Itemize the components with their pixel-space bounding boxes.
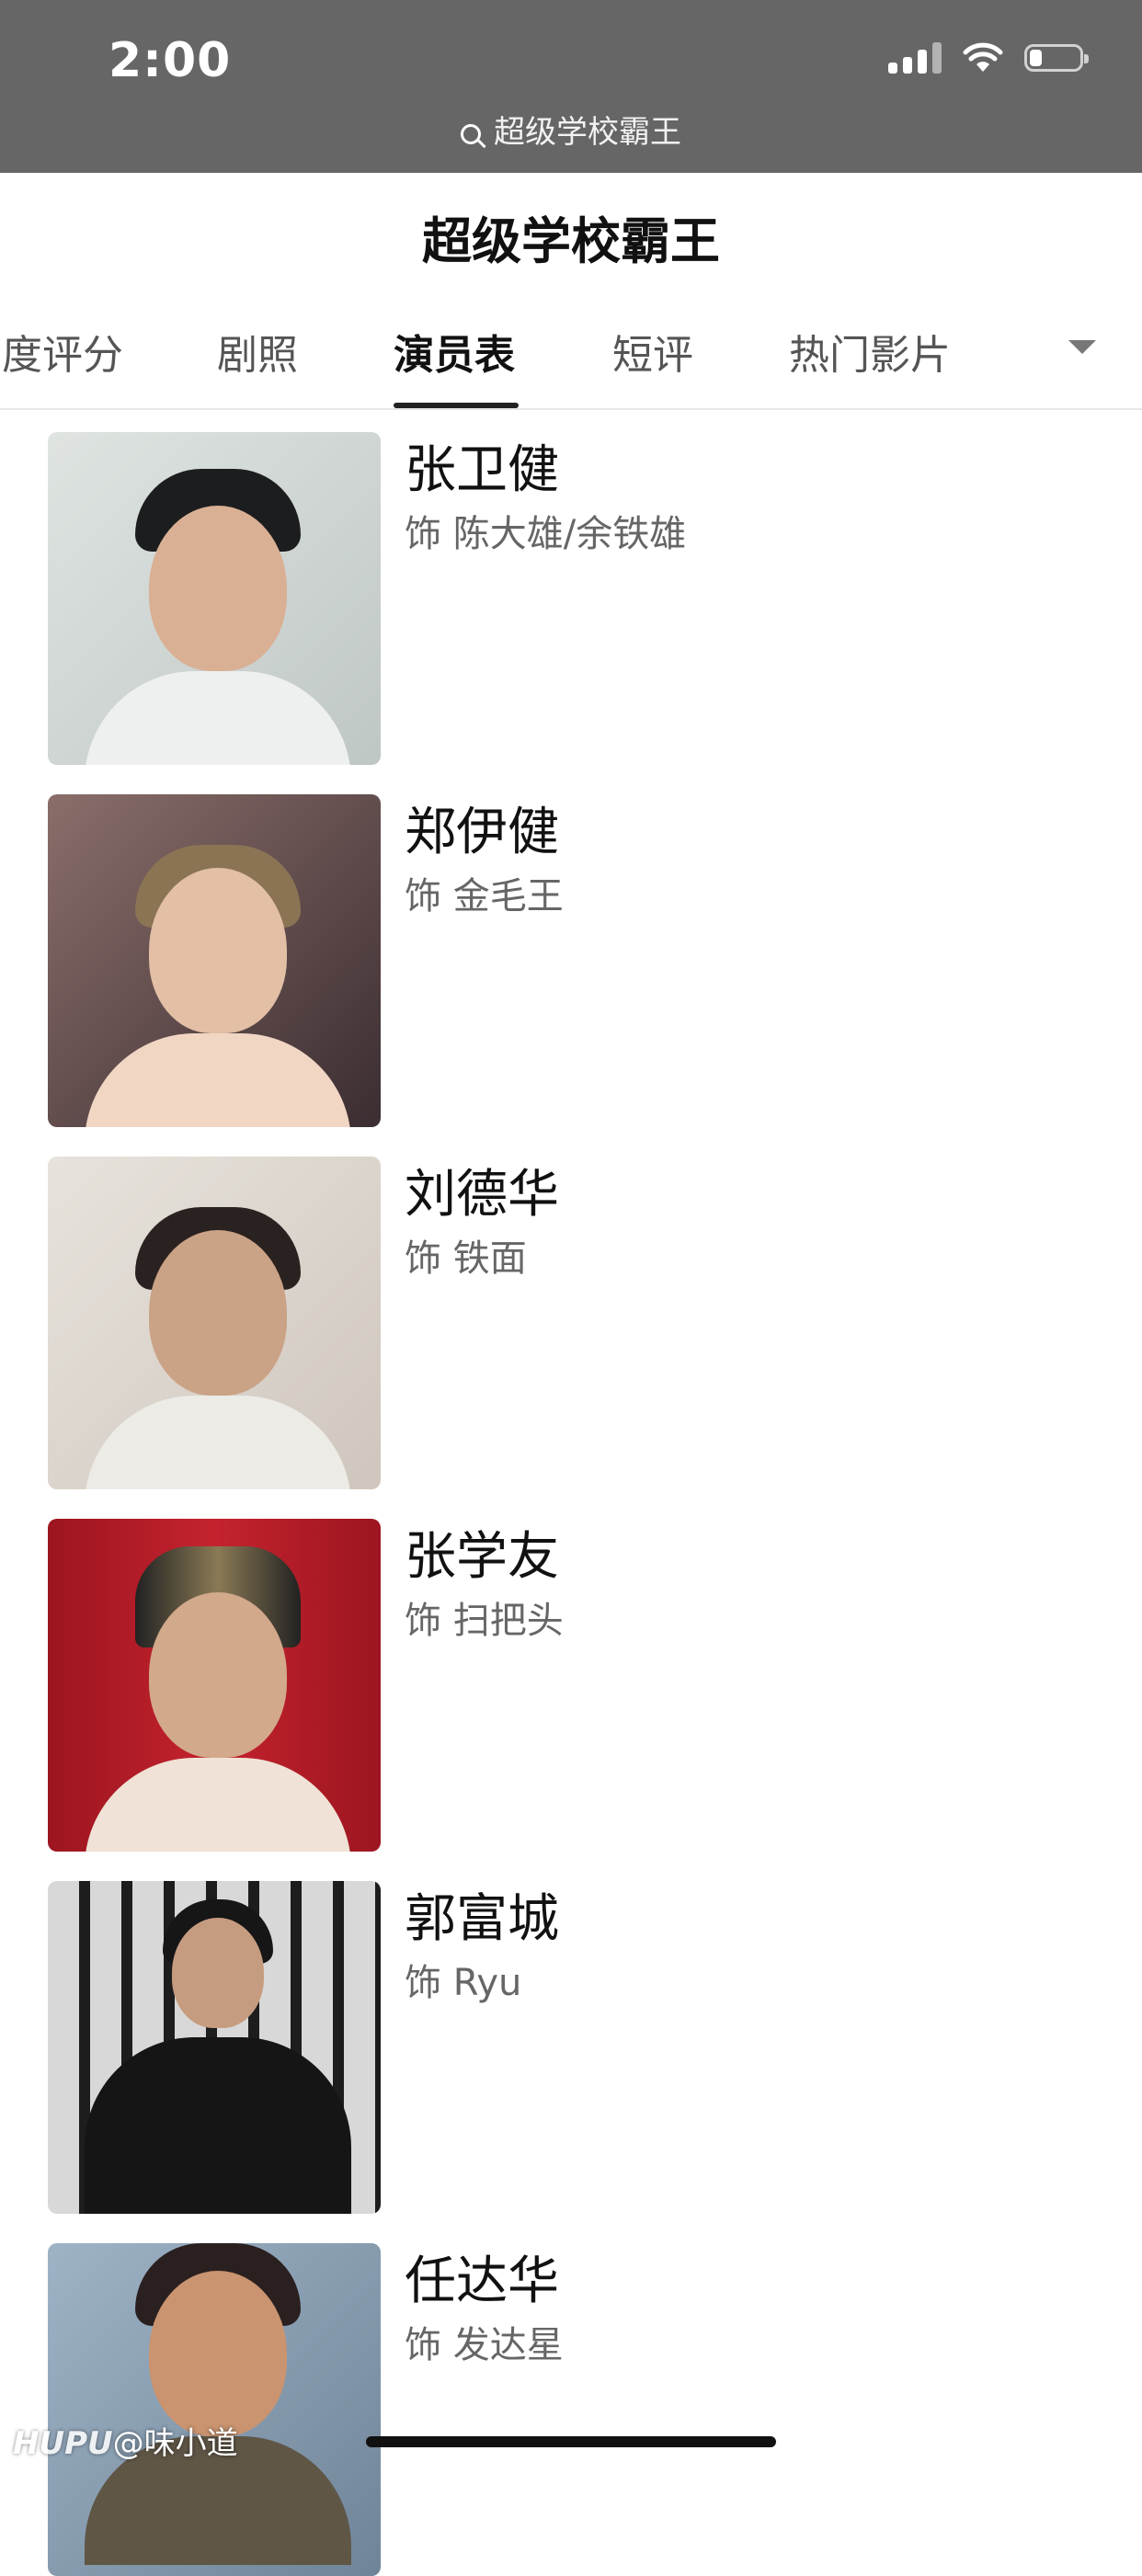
watermark: HUPU@味小道 bbox=[13, 2418, 238, 2463]
watermark-brand: HUPU bbox=[13, 2425, 113, 2462]
actor-photo bbox=[48, 1881, 381, 2214]
actor-name: 任达华 bbox=[405, 2251, 559, 2311]
tab-popular-films[interactable]: 热门影片 bbox=[789, 322, 951, 381]
tab-reviews[interactable]: 短评 bbox=[612, 322, 693, 381]
actor-name: 刘德华 bbox=[405, 1165, 559, 1225]
search-icon bbox=[461, 124, 481, 144]
list-item[interactable]: 郭富城 饰 Ryu bbox=[48, 1881, 1114, 2214]
active-tab-indicator bbox=[394, 403, 519, 408]
home-indicator[interactable] bbox=[366, 2436, 776, 2447]
actor-name: 郭富城 bbox=[405, 1889, 559, 1949]
actor-name: 郑伊健 bbox=[405, 803, 559, 862]
actor-role: 饰 发达星 bbox=[405, 2324, 564, 2366]
search-bar[interactable]: 超级学校霸王 bbox=[0, 107, 1142, 152]
watermark-handle: @味小道 bbox=[112, 2425, 238, 2462]
actor-photo bbox=[48, 794, 381, 1127]
actor-name: 张学友 bbox=[405, 1527, 559, 1587]
wifi-icon bbox=[963, 42, 1003, 72]
tab-cast[interactable]: 演员表 bbox=[394, 322, 515, 381]
actor-role: 饰 陈大雄/余铁雄 bbox=[405, 513, 687, 555]
search-query: 超级学校霸王 bbox=[494, 114, 681, 151]
battery-level bbox=[1030, 50, 1042, 66]
list-item[interactable]: 郑伊健 饰 金毛王 bbox=[48, 794, 1114, 1127]
list-item[interactable]: 张卫健 饰 陈大雄/余铁雄 bbox=[48, 432, 1114, 765]
tab-bar: 度评分 剧照 演员表 短评 热门影片 bbox=[0, 313, 1142, 410]
page-title: 超级学校霸王 bbox=[422, 212, 720, 270]
list-item[interactable]: 任达华 饰 发达星 bbox=[48, 2243, 1114, 2576]
status-time: 2:00 bbox=[108, 33, 232, 88]
actor-role: 饰 Ryu bbox=[405, 1962, 522, 2004]
cellular-signal-icon bbox=[888, 42, 942, 74]
actor-role: 饰 金毛王 bbox=[405, 875, 564, 918]
list-item[interactable]: 张学友 饰 扫把头 bbox=[48, 1519, 1114, 1852]
status-bar: 2:00 超级学校霸王 bbox=[0, 0, 1142, 173]
status-icons bbox=[888, 42, 1089, 74]
actor-photo bbox=[48, 1519, 381, 1852]
actor-photo bbox=[48, 2243, 381, 2576]
chevron-down-icon[interactable] bbox=[1068, 340, 1096, 354]
battery-icon bbox=[1024, 44, 1089, 72]
list-item[interactable]: 刘德华 饰 铁面 bbox=[48, 1157, 1114, 1489]
actor-photo bbox=[48, 432, 381, 765]
actor-name: 张卫健 bbox=[405, 440, 559, 500]
actor-photo bbox=[48, 1157, 381, 1489]
tab-stills[interactable]: 剧照 bbox=[217, 322, 298, 381]
actor-role: 饰 扫把头 bbox=[405, 1600, 564, 1642]
tab-rating[interactable]: 度评分 bbox=[2, 322, 123, 381]
actor-role: 饰 铁面 bbox=[405, 1237, 527, 1280]
